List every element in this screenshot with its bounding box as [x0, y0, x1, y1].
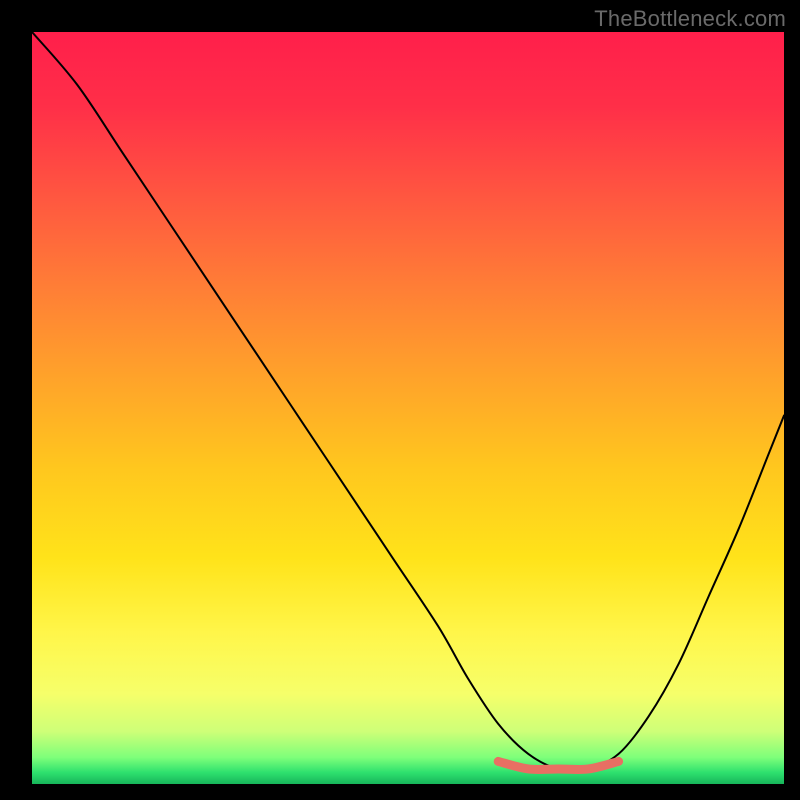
optimal-range-highlight	[498, 761, 618, 769]
chart-frame: TheBottleneck.com	[0, 0, 800, 800]
bottleneck-curve	[32, 32, 784, 771]
watermark-text: TheBottleneck.com	[594, 6, 786, 32]
chart-svg	[32, 32, 784, 784]
plot-area	[32, 32, 784, 784]
